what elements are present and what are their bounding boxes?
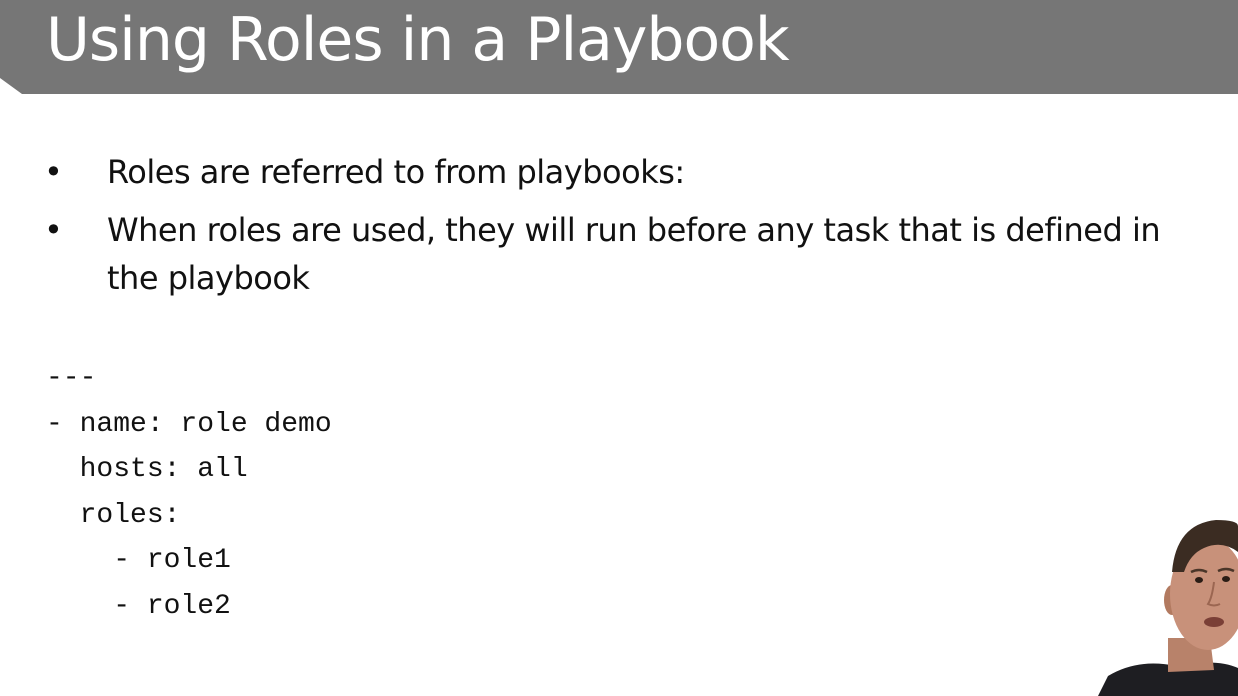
code-line: hosts: all (46, 454, 248, 486)
bullet-item: • Roles are referred to from playbooks: (44, 148, 1214, 196)
bullet-text: When roles are used, they will run befor… (107, 211, 1161, 297)
code-line: roles: (46, 499, 181, 531)
code-line: - role1 (46, 545, 231, 577)
bullet-list: • Roles are referred to from playbooks: … (44, 148, 1214, 312)
bullet-marker: • (44, 211, 63, 249)
bullet-marker: • (44, 153, 63, 191)
slide: Using Roles in a Playbook • Roles are re… (0, 0, 1238, 696)
code-block: --- - name: role demo hosts: all roles: -… (46, 356, 332, 630)
slide-title: Using Roles in a Playbook (46, 5, 790, 75)
presenter-video-thumbnail (1098, 520, 1238, 696)
code-line: - role2 (46, 590, 231, 622)
code-line: --- (46, 363, 97, 394)
bullet-text: Roles are referred to from playbooks: (107, 153, 685, 191)
bullet-item: • When roles are used, they will run bef… (44, 206, 1214, 302)
code-line: - name: role demo (46, 408, 332, 440)
